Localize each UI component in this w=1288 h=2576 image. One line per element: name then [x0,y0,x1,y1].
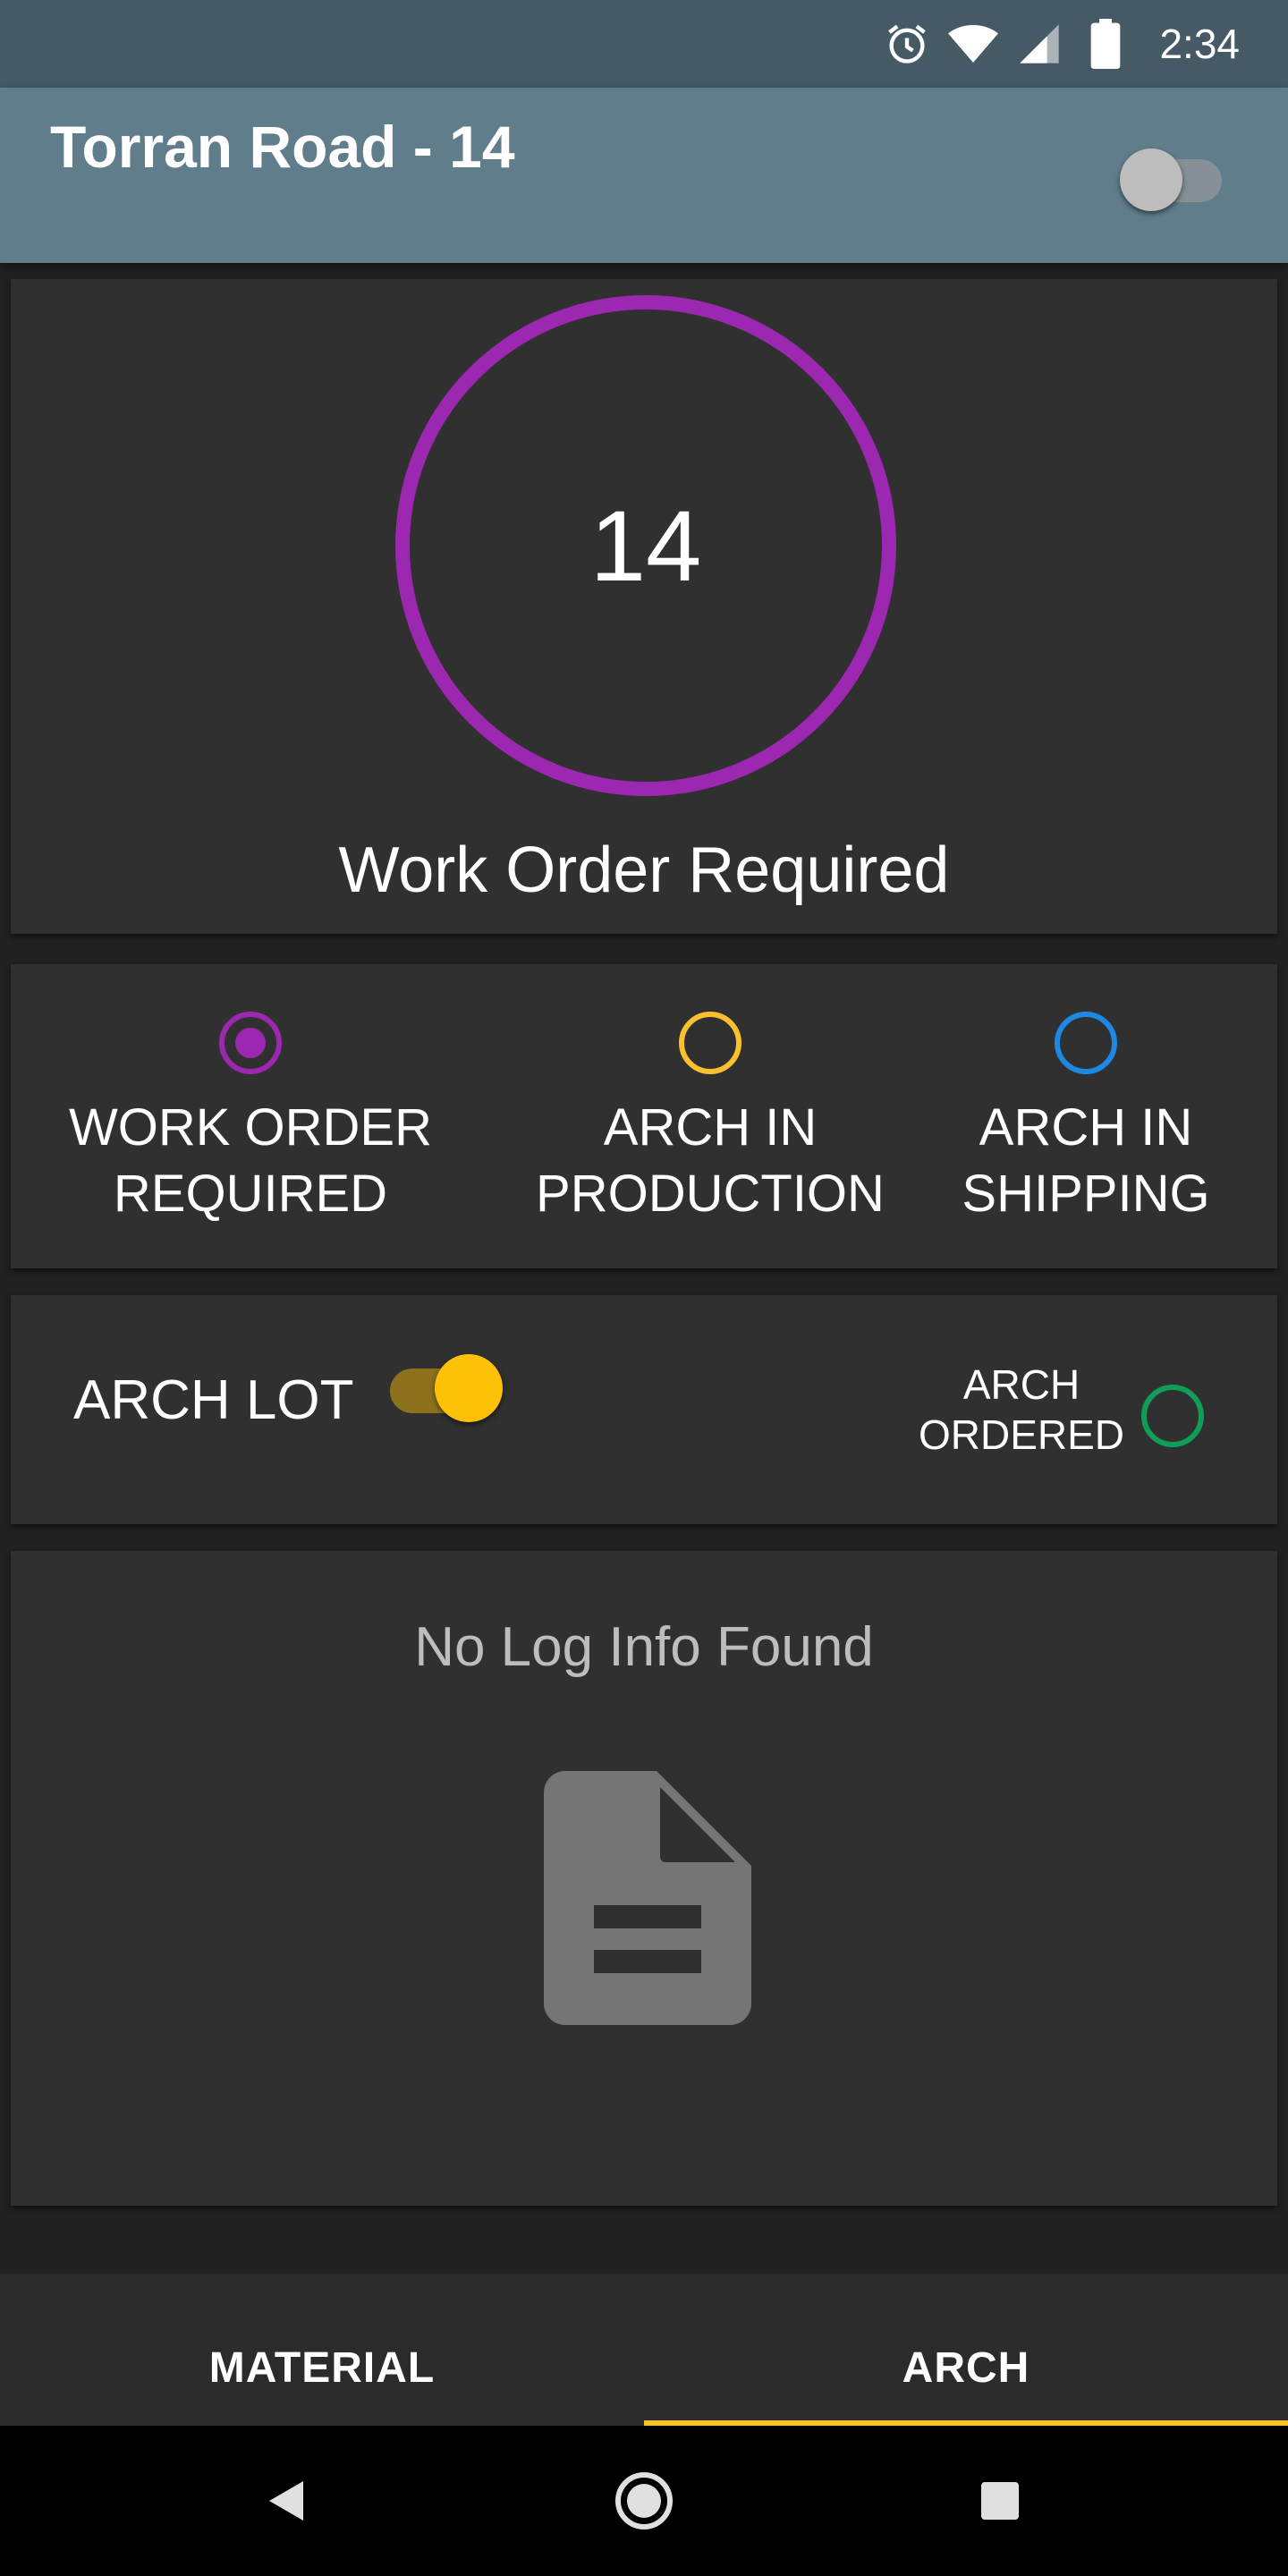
arch-ordered-radio-icon[interactable] [1140,1383,1206,1449]
arch-lot-card: ARCH LOT ARCH ORDERED [11,1295,1277,1524]
status-bar: 2:34 [0,0,1288,88]
page-title: Torran Road - 14 [50,114,515,180]
document-icon [544,1771,751,2025]
cell-signal-icon [1014,19,1064,69]
status-legend-card: WORK ORDER REQUIRED ARCH IN PRODUCTION A… [11,964,1277,1268]
switch-thumb [1120,148,1182,211]
radio-unselected-icon [679,1012,741,1074]
home-icon[interactable] [599,2456,689,2546]
log-card: No Log Info Found [11,1551,1277,2206]
arch-lot-toggle[interactable] [381,1354,503,1426]
arch-ordered-label: ARCH ORDERED [918,1361,1125,1458]
radio-selected-icon [219,1012,282,1074]
status-label: Work Order Required [338,835,950,906]
alarm-icon [882,19,932,69]
tab-material[interactable]: MATERIAL [0,2274,644,2426]
header-toggle-switch[interactable] [1120,143,1224,211]
legend-label: ARCH IN SHIPPING [962,1098,1210,1223]
recents-icon[interactable] [955,2456,1045,2546]
tab-arch[interactable]: ARCH [644,2274,1288,2426]
bottom-tab-bar: MATERIAL ARCH [0,2274,1288,2427]
system-nav-bar [0,2426,1288,2576]
back-icon[interactable] [242,2456,331,2546]
summary-card: 14 Work Order Required [11,279,1277,934]
work-order-count: 14 [589,489,702,602]
legend-label: WORK ORDER REQUIRED [69,1098,432,1223]
legend-arch-in-shipping[interactable]: ARCH IN SHIPPING [907,1011,1265,1227]
log-empty-text: No Log Info Found [414,1616,874,1678]
app-bar: Torran Road - 14 [0,88,1288,263]
status-time: 2:34 [1159,21,1240,67]
toggle-thumb [435,1354,503,1422]
legend-arch-in-production[interactable]: ARCH IN PRODUCTION [504,1011,916,1227]
wifi-icon [948,19,999,69]
radio-unselected-icon [1055,1012,1117,1074]
battery-icon [1080,19,1131,69]
legend-label: ARCH IN PRODUCTION [536,1098,885,1223]
arch-lot-label: ARCH LOT [73,1369,354,1431]
legend-work-order-required[interactable]: WORK ORDER REQUIRED [45,1011,456,1227]
